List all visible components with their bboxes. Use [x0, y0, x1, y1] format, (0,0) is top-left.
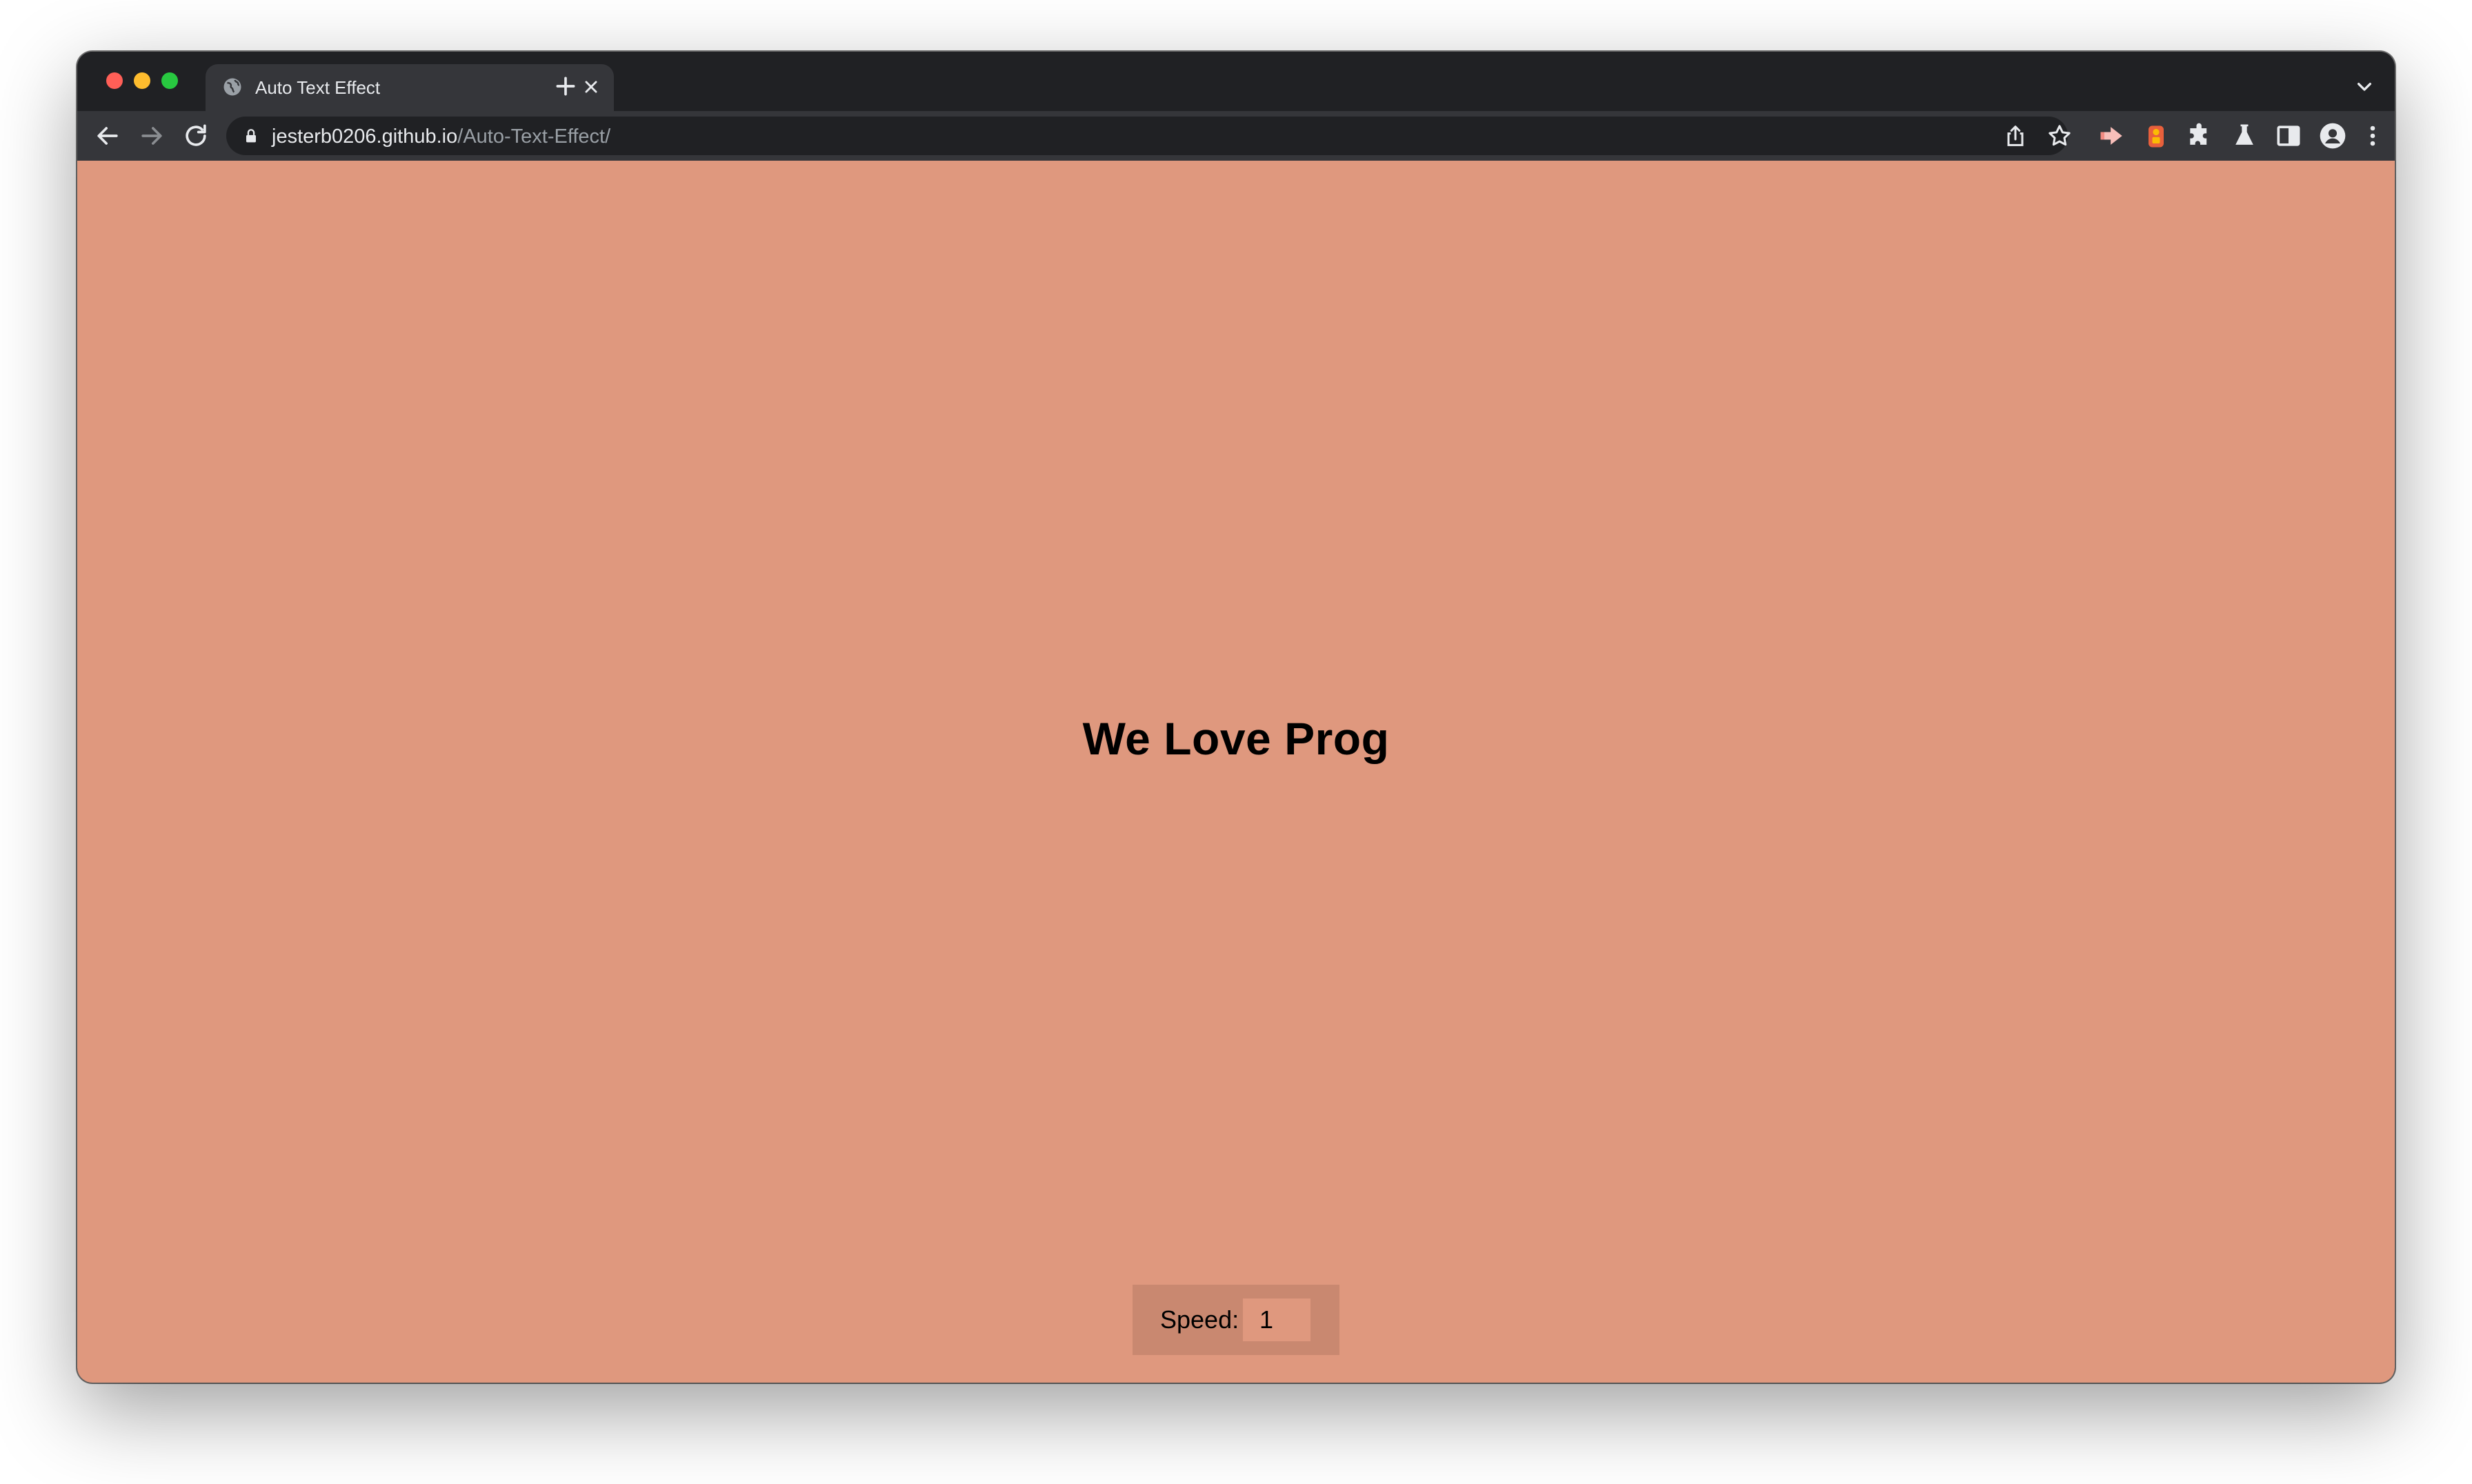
tab-title: Auto Text Effect	[255, 77, 381, 98]
url-path: /Auto-Text-Effect/	[457, 126, 611, 148]
reload-icon[interactable]	[181, 121, 211, 151]
speed-label: Speed:	[1160, 1305, 1239, 1334]
speed-control: Speed:	[1133, 1285, 1339, 1355]
url-text: jesterb0206.github.io/Auto-Text-Effect/	[272, 125, 610, 148]
speed-input[interactable]	[1243, 1298, 1310, 1341]
flask-icon[interactable]	[2229, 121, 2260, 151]
arrow-right-icon[interactable]	[137, 121, 167, 151]
typing-headline: We Love Prog	[1082, 713, 1390, 764]
share-icon[interactable]	[2002, 122, 2029, 150]
close-window-button[interactable]	[106, 72, 123, 89]
minimize-window-button[interactable]	[134, 72, 150, 89]
chevron-down-icon[interactable]	[2351, 72, 2378, 100]
side-panel-icon[interactable]	[2273, 121, 2304, 151]
profile-icon[interactable]	[2318, 121, 2348, 151]
tab-strip: Auto Text Effect	[77, 52, 2395, 111]
browser-window: Auto Text Effect jesterb0206.github.io/A…	[77, 52, 2395, 1383]
close-icon[interactable]	[579, 75, 603, 99]
arrow-left-icon[interactable]	[92, 121, 123, 151]
orange-extension-icon[interactable]	[2141, 121, 2171, 151]
plus-icon[interactable]	[552, 72, 579, 100]
star-icon[interactable]	[2046, 122, 2073, 150]
globe-icon	[223, 78, 241, 96]
address-bar[interactable]: jesterb0206.github.io/Auto-Text-Effect/	[226, 117, 2071, 155]
lock-icon[interactable]	[241, 126, 261, 146]
url-host: jesterb0206.github.io	[272, 126, 458, 148]
kebab-menu-icon[interactable]	[2358, 121, 2388, 151]
red-extension-icon[interactable]	[2097, 121, 2127, 151]
puzzle-icon[interactable]	[2185, 121, 2215, 151]
zoom-window-button[interactable]	[161, 72, 178, 89]
browser-toolbar: jesterb0206.github.io/Auto-Text-Effect/	[77, 111, 2395, 161]
page-viewport: We Love Prog Speed:	[77, 161, 2395, 1383]
